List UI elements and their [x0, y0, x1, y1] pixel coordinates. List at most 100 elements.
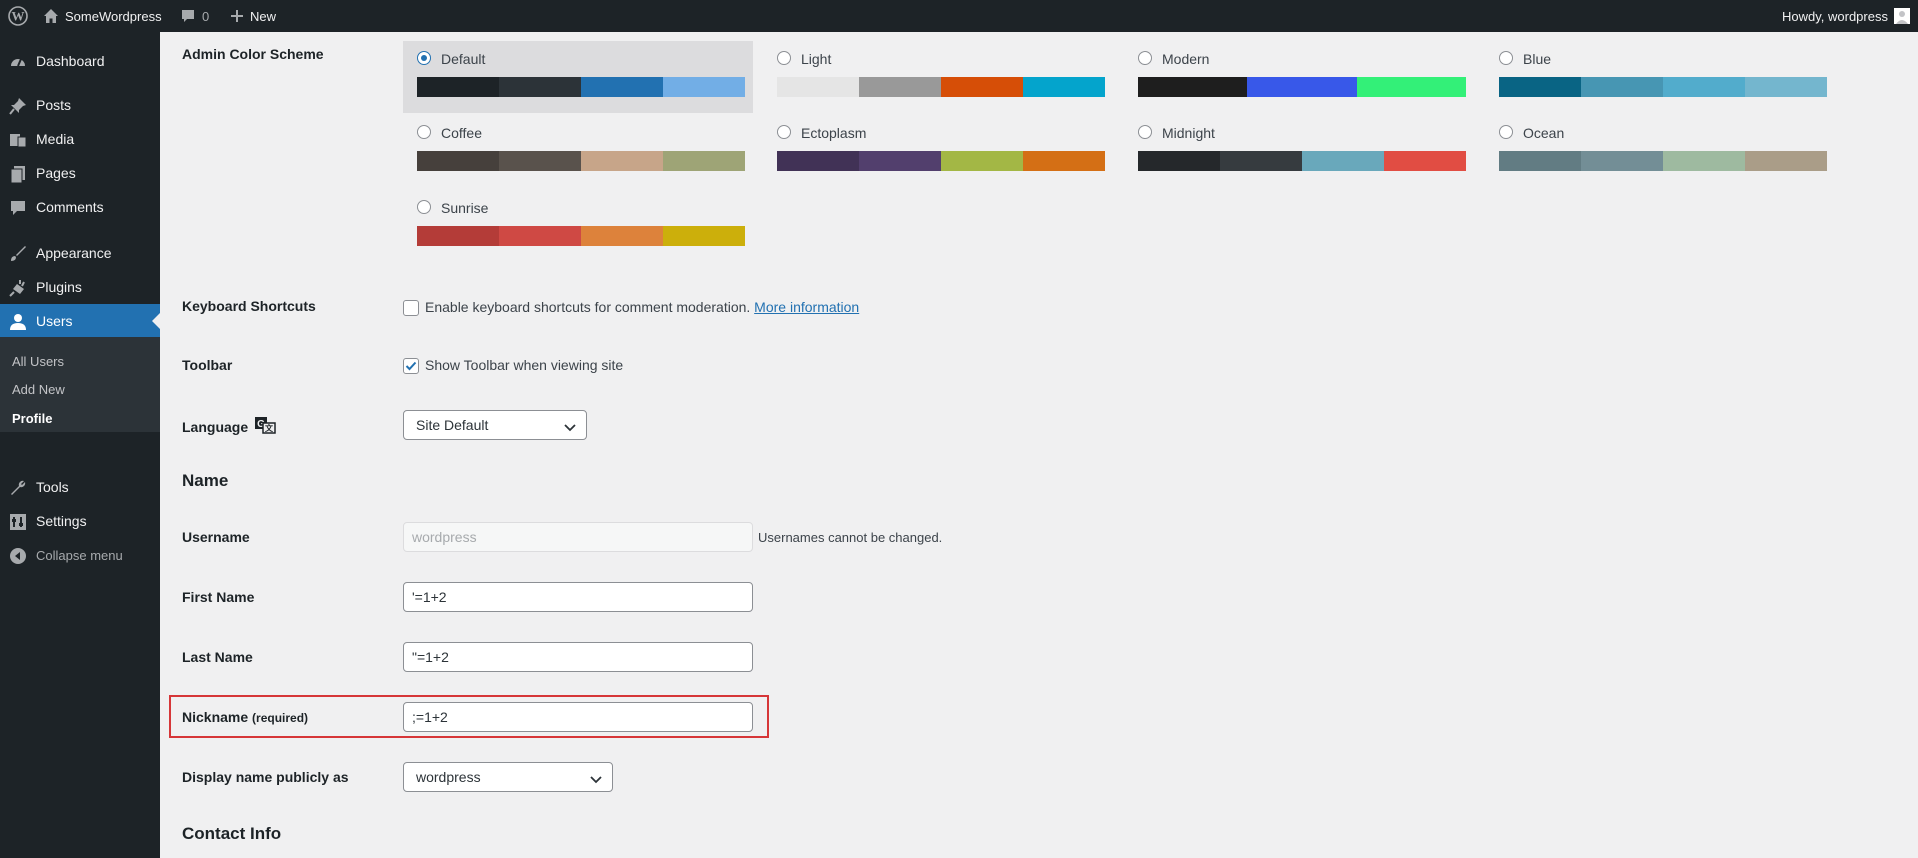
comments-count: 0 — [202, 8, 210, 24]
color-swatch — [777, 151, 859, 171]
scheme-option-default[interactable]: Default — [403, 41, 753, 113]
my-account-link[interactable]: Howdy, wordpress — [1782, 0, 1910, 32]
wrench-icon — [8, 478, 28, 498]
scheme-radio[interactable] — [777, 51, 791, 65]
display-name-select[interactable]: wordpress — [403, 762, 613, 792]
plus-icon — [230, 9, 244, 23]
color-swatch — [1581, 151, 1663, 171]
scheme-name: Modern — [1162, 51, 1210, 67]
scheme-name: Default — [441, 51, 486, 67]
scheme-option-sunrise[interactable]: Sunrise — [403, 190, 753, 262]
scheme-option-ectoplasm[interactable]: Ectoplasm — [763, 115, 1113, 187]
color-swatch — [1302, 151, 1384, 171]
sidebar-item-label: Dashboard — [36, 53, 105, 69]
plug-icon — [8, 278, 28, 298]
scheme-option-midnight[interactable]: Midnight — [1124, 115, 1474, 187]
nickname-required: (required) — [252, 711, 309, 725]
color-swatch — [499, 151, 581, 171]
sidebar-item-settings[interactable]: Settings — [0, 504, 160, 538]
sidebar-item-tools[interactable]: Tools — [0, 470, 160, 504]
color-swatch — [1138, 77, 1248, 97]
color-swatch — [499, 77, 581, 97]
sidebar-item-dashboard[interactable]: Dashboard — [0, 44, 160, 78]
new-content-link[interactable]: New — [230, 0, 276, 32]
sidebar-item-plugins[interactable]: Plugins — [0, 270, 160, 304]
color-swatch — [777, 77, 859, 97]
scheme-option-coffee[interactable]: Coffee — [403, 115, 753, 187]
color-swatch — [663, 77, 745, 97]
scheme-name: Light — [801, 51, 832, 67]
sidebar-item-label: Users — [36, 313, 73, 329]
scheme-radio[interactable] — [417, 51, 431, 65]
collapse-icon — [8, 546, 28, 566]
sidebar-item-label: Comments — [36, 199, 104, 215]
color-swatch — [417, 226, 499, 246]
scheme-name: Ocean — [1523, 125, 1565, 141]
color-swatch — [1499, 77, 1581, 97]
scheme-radio[interactable] — [777, 125, 791, 139]
color-swatch — [1745, 77, 1827, 97]
scheme-name: Midnight — [1162, 125, 1215, 141]
color-swatch — [417, 77, 499, 97]
scheme-swatches — [1499, 151, 1827, 171]
more-information-link[interactable]: More information — [754, 299, 859, 315]
nickname-input[interactable]: ;=1+2 — [403, 702, 753, 732]
scheme-name: Blue — [1523, 51, 1552, 67]
scheme-radio[interactable] — [1138, 125, 1152, 139]
sidebar-item-media[interactable]: Media — [0, 122, 160, 156]
show-toolbar-checkbox[interactable] — [403, 358, 419, 374]
sidebar-item-label: Appearance — [36, 245, 112, 261]
pages-icon — [8, 164, 28, 184]
username-label: Username — [182, 529, 250, 545]
color-swatch — [1356, 77, 1466, 97]
language-select[interactable]: Site Default — [403, 410, 587, 440]
sidebar-item-label: Collapse menu — [36, 547, 123, 563]
scheme-radio[interactable] — [1499, 51, 1513, 65]
scheme-option-blue[interactable]: Blue — [1485, 41, 1835, 113]
scheme-radio[interactable] — [417, 200, 431, 214]
contact-info-heading: Contact Info — [182, 824, 282, 843]
scheme-swatches — [417, 226, 745, 246]
scheme-option-modern[interactable]: Modern — [1124, 41, 1474, 113]
scheme-radio[interactable] — [1499, 125, 1513, 139]
last-name-input[interactable]: "=1+2 — [403, 642, 753, 672]
submenu-all-users[interactable]: All Users — [12, 354, 64, 369]
site-name-link[interactable]: SomeWordpress — [43, 0, 162, 32]
submenu-add-new[interactable]: Add New — [12, 382, 65, 397]
last-name-label: Last Name — [182, 649, 253, 665]
sidebar-item-comments[interactable]: Comments — [0, 190, 160, 224]
sidebar-item-label: Media — [36, 131, 75, 147]
color-swatch — [1384, 151, 1466, 171]
color-swatch — [1663, 151, 1745, 171]
wordpress-logo-icon[interactable]: W — [8, 0, 28, 32]
sidebar-collapse-menu[interactable]: Collapse menu — [0, 538, 160, 572]
sidebar-item-posts[interactable]: Posts — [0, 88, 160, 122]
sidebar-item-label: Settings — [36, 513, 87, 529]
username-description: Usernames cannot be changed. — [758, 530, 943, 545]
color-swatch — [1499, 151, 1581, 171]
scheme-radio[interactable] — [417, 125, 431, 139]
nickname-label-row: Nickname (required) — [182, 709, 308, 725]
name-section-heading: Name — [182, 471, 229, 490]
language-label-row: Language G文 — [182, 416, 276, 437]
sidebar-item-pages[interactable]: Pages — [0, 156, 160, 190]
translation-icon: G文 — [254, 416, 276, 437]
color-swatch — [581, 226, 663, 246]
color-scheme-label: Admin Color Scheme — [182, 46, 324, 62]
scheme-option-ocean[interactable]: Ocean — [1485, 115, 1835, 187]
scheme-option-light[interactable]: Light — [763, 41, 1113, 113]
submenu-profile[interactable]: Profile — [12, 411, 52, 426]
pin-icon — [8, 96, 28, 116]
comments-link[interactable]: 0 — [180, 0, 209, 32]
keyboard-shortcuts-checkbox[interactable] — [403, 300, 419, 316]
sidebar-item-appearance[interactable]: Appearance — [0, 236, 160, 270]
first-name-input[interactable]: '=1+2 — [403, 582, 753, 612]
users-submenu: All Users Add New Profile — [0, 337, 160, 432]
color-swatch — [1247, 77, 1357, 97]
nickname-label: Nickname — [182, 709, 249, 725]
brush-icon — [8, 244, 28, 264]
media-icon — [8, 130, 28, 150]
sidebar-item-users[interactable]: Users — [0, 304, 160, 338]
scheme-radio[interactable] — [1138, 51, 1152, 65]
color-swatch — [581, 151, 663, 171]
